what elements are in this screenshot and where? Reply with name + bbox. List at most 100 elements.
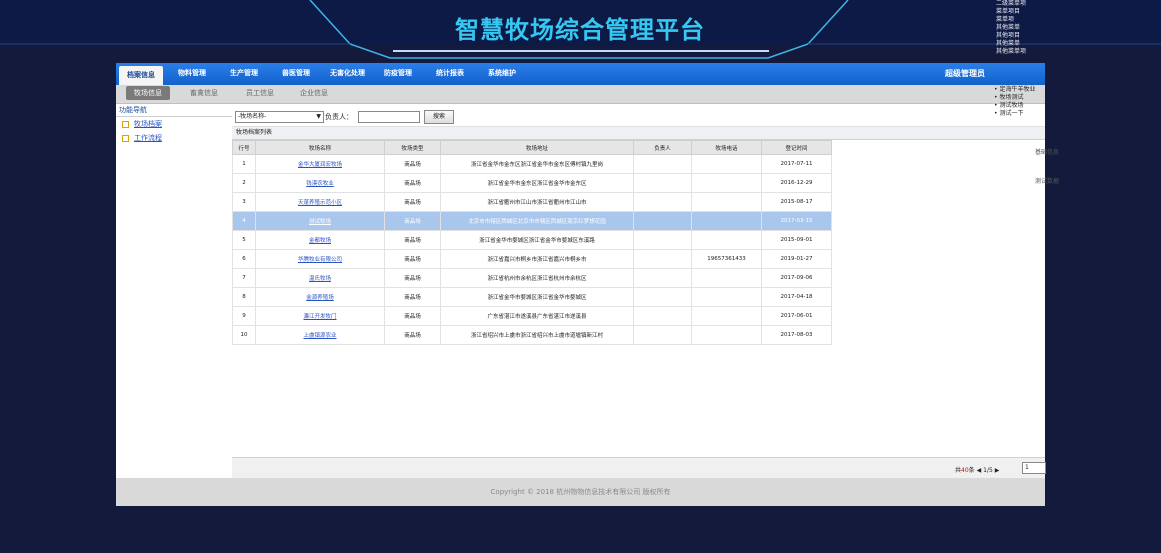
tab-staff-info[interactable]: 员工信息 bbox=[246, 88, 274, 98]
float-menu-item[interactable]: 测试牧场 bbox=[994, 102, 1035, 110]
owner-input[interactable] bbox=[358, 111, 420, 123]
table-cell bbox=[691, 268, 762, 288]
tab-farm-info[interactable]: 牧场信息 bbox=[126, 86, 170, 100]
table-row[interactable]: 7 温氏牧场 商品场 浙江省杭州市余杭区浙江省杭州市余杭区 2017-09-06 bbox=[232, 268, 832, 288]
corner-item[interactable]: 其他菜单项 bbox=[996, 48, 1161, 56]
column-header[interactable]: 登记时间 bbox=[761, 140, 832, 155]
menu-disposal[interactable]: 无害化处理 bbox=[330, 68, 365, 78]
sidebar-item-workflow[interactable]: 工作流程 bbox=[116, 131, 232, 145]
table-row[interactable]: 9 濂江开发牧门 商品场 广东省湛江市遂溪县广东省湛江市遂溪县 2017-06-01 bbox=[232, 306, 832, 326]
table-cell: 浙江省金华市婺城区浙江省金华市婺城区东溪路 bbox=[440, 230, 634, 250]
table-cell[interactable]: 上虞镇源农业 bbox=[255, 325, 385, 345]
farm-name-select[interactable]: -牧场名称- ▼ bbox=[235, 111, 324, 123]
table-cell: 2017-08-03 bbox=[761, 325, 832, 345]
table-cell: 2016-12-29 bbox=[761, 173, 832, 193]
corner-menu-list: 二级菜单项 菜单项目 菜单项 其他菜单 其他项目 其他菜单 其他菜单项 bbox=[996, 0, 1161, 56]
float-menu-item[interactable]: 牧场测试 bbox=[994, 94, 1035, 102]
table-row[interactable]: 2 钱漠农牧业 商品场 浙江省金华市金东区浙江省金华市金东区 2016-12-29 bbox=[232, 173, 832, 193]
search-button[interactable]: 搜索 bbox=[424, 110, 454, 124]
float-menu-item[interactable]: 测试一下 bbox=[994, 110, 1035, 118]
table-cell bbox=[633, 306, 692, 326]
current-user[interactable]: 超级管理员 bbox=[945, 68, 985, 79]
corner-item[interactable]: 菜单项 bbox=[996, 16, 1161, 24]
table-row[interactable]: 6 华腾牧业有限公司 商品场 浙江省嘉兴市桐乡市浙江省嘉兴市桐乡市 1965736143… bbox=[232, 249, 832, 269]
menu-system[interactable]: 系统维护 bbox=[488, 68, 516, 78]
table-cell: 6 bbox=[232, 249, 256, 269]
table-cell bbox=[691, 230, 762, 250]
table-cell: 7 bbox=[232, 268, 256, 288]
table-cell: 商品场 bbox=[384, 173, 441, 193]
table-cell bbox=[691, 306, 762, 326]
main-menubar: 档案信息 物料管理 生产管理 兽医管理 无害化处理 防疫管理 统计报表 系统维护… bbox=[116, 63, 1045, 85]
table-cell[interactable]: 华腾牧业有限公司 bbox=[255, 249, 385, 269]
table-row[interactable]: 8 金源养殖场 商品场 浙江省金华市婺城区浙江省金华市婺城区 2017-04-18 bbox=[232, 287, 832, 307]
table-cell: 2015-08-17 bbox=[761, 192, 832, 212]
table-row[interactable]: 3 天蓬养殖示范小区 商品场 浙江省衢州市江山市浙江省衢州市江山市 2015-08-17 bbox=[232, 192, 832, 212]
column-header[interactable]: 负责人 bbox=[633, 140, 692, 155]
table-cell: 2017-04-18 bbox=[761, 287, 832, 307]
table-row[interactable]: 4 测试牧场 商品场 北京市市辖区西城区北京市市辖区西城区南京红梦想花园 2017-03… bbox=[232, 211, 832, 231]
table-cell: 1 bbox=[232, 154, 256, 174]
page-number-input[interactable]: 1 bbox=[1022, 462, 1046, 474]
table-cell: 浙江省金华市金东区浙江省金华市金东区傅村镇九里岗 bbox=[440, 154, 634, 174]
folder-icon bbox=[122, 120, 129, 128]
corner-item[interactable]: 其他菜单 bbox=[996, 24, 1161, 32]
floating-menu: 定海牛羊牧业 牧场测试 测试牧场 测试一下 bbox=[994, 86, 1035, 118]
sidebar-item-farm-archive[interactable]: 牧场档案 bbox=[116, 117, 232, 131]
table-cell[interactable]: 金华大厦润宏牧场 bbox=[255, 154, 385, 174]
table-row[interactable]: 1 金华大厦润宏牧场 商品场 浙江省金华市金东区浙江省金华市金东区傅村镇九里岗 2017… bbox=[232, 154, 832, 174]
table-cell: 2019-01-27 bbox=[761, 249, 832, 269]
column-header[interactable]: 行号 bbox=[232, 140, 256, 155]
float-menu-item[interactable]: 定海牛羊牧业 bbox=[994, 86, 1035, 94]
tab-company-info[interactable]: 企业信息 bbox=[300, 88, 328, 98]
corner-item[interactable]: 菜单项目 bbox=[996, 8, 1161, 16]
menu-archive[interactable]: 档案信息 bbox=[119, 66, 163, 85]
table-cell: 2017-09-06 bbox=[761, 268, 832, 288]
table-cell[interactable]: 金源养殖场 bbox=[255, 287, 385, 307]
menu-material[interactable]: 物料管理 bbox=[178, 68, 206, 78]
table-cell bbox=[633, 249, 692, 269]
right-side-text: 基础信息 bbox=[1035, 149, 1060, 156]
corner-item[interactable]: 其他项目 bbox=[996, 32, 1161, 40]
tab-livestock-info[interactable]: 畜禽信息 bbox=[190, 88, 218, 98]
table-cell[interactable]: 温氏牧场 bbox=[255, 268, 385, 288]
table-cell bbox=[633, 268, 692, 288]
table-cell: 10 bbox=[232, 325, 256, 345]
table-row[interactable]: 10 上虞镇源农业 商品场 浙江省绍兴市上虞市浙江省绍兴市上虞市道墟镇新江村 2017-… bbox=[232, 325, 832, 345]
column-header[interactable]: 牧场电话 bbox=[691, 140, 762, 155]
column-header[interactable]: 牧场名称 bbox=[255, 140, 385, 155]
column-header[interactable]: 牧场地址 bbox=[440, 140, 634, 155]
corner-item[interactable]: 二级菜单项 bbox=[996, 0, 1161, 8]
table-cell: 商品场 bbox=[384, 325, 441, 345]
table-cell bbox=[633, 211, 692, 231]
table-cell: 商品场 bbox=[384, 192, 441, 212]
table-cell: 浙江省绍兴市上虞市浙江省绍兴市上虞市道墟镇新江村 bbox=[440, 325, 634, 345]
table-cell[interactable]: 濂江开发牧门 bbox=[255, 306, 385, 326]
table-cell[interactable]: 测试牧场 bbox=[255, 211, 385, 231]
table-cell bbox=[691, 211, 762, 231]
table-cell[interactable]: 金都牧场 bbox=[255, 230, 385, 250]
table-cell bbox=[691, 192, 762, 212]
table-cell: 9 bbox=[232, 306, 256, 326]
table-cell: 2 bbox=[232, 173, 256, 193]
platform-title: 智慧牧场综合管理平台 bbox=[455, 16, 705, 44]
next-page-icon[interactable]: ▶ bbox=[995, 467, 1000, 474]
corner-item[interactable]: 其他菜单 bbox=[996, 40, 1161, 48]
sidebar-item-label: 工作流程 bbox=[134, 134, 162, 142]
table-row[interactable]: 5 金都牧场 商品场 浙江省金华市婺城区浙江省金华市婺城区东溪路 2015-09-01 bbox=[232, 230, 832, 250]
table-cell[interactable]: 钱漠农牧业 bbox=[255, 173, 385, 193]
table-cell: 浙江省衢州市江山市浙江省衢州市江山市 bbox=[440, 192, 634, 212]
menu-production[interactable]: 生产管理 bbox=[230, 68, 258, 78]
menu-reports[interactable]: 统计报表 bbox=[436, 68, 464, 78]
menu-veterinary[interactable]: 兽医管理 bbox=[282, 68, 310, 78]
prev-page-icon[interactable]: ◀ bbox=[977, 467, 982, 474]
farm-table: 行号 牧场名称 牧场类型 牧场地址 负责人 牧场电话 登记时间 1 金华大厦润宏牧… bbox=[232, 140, 832, 345]
table-cell bbox=[633, 173, 692, 193]
column-header[interactable]: 牧场类型 bbox=[384, 140, 441, 155]
table-cell[interactable]: 天蓬养殖示范小区 bbox=[255, 192, 385, 212]
table-cell: 北京市市辖区西城区北京市市辖区西城区南京红梦想花园 bbox=[440, 211, 634, 231]
menu-epidemic[interactable]: 防疫管理 bbox=[384, 68, 412, 78]
table-cell: 2017-07-11 bbox=[761, 154, 832, 174]
table-cell bbox=[691, 325, 762, 345]
table-cell: 8 bbox=[232, 287, 256, 307]
